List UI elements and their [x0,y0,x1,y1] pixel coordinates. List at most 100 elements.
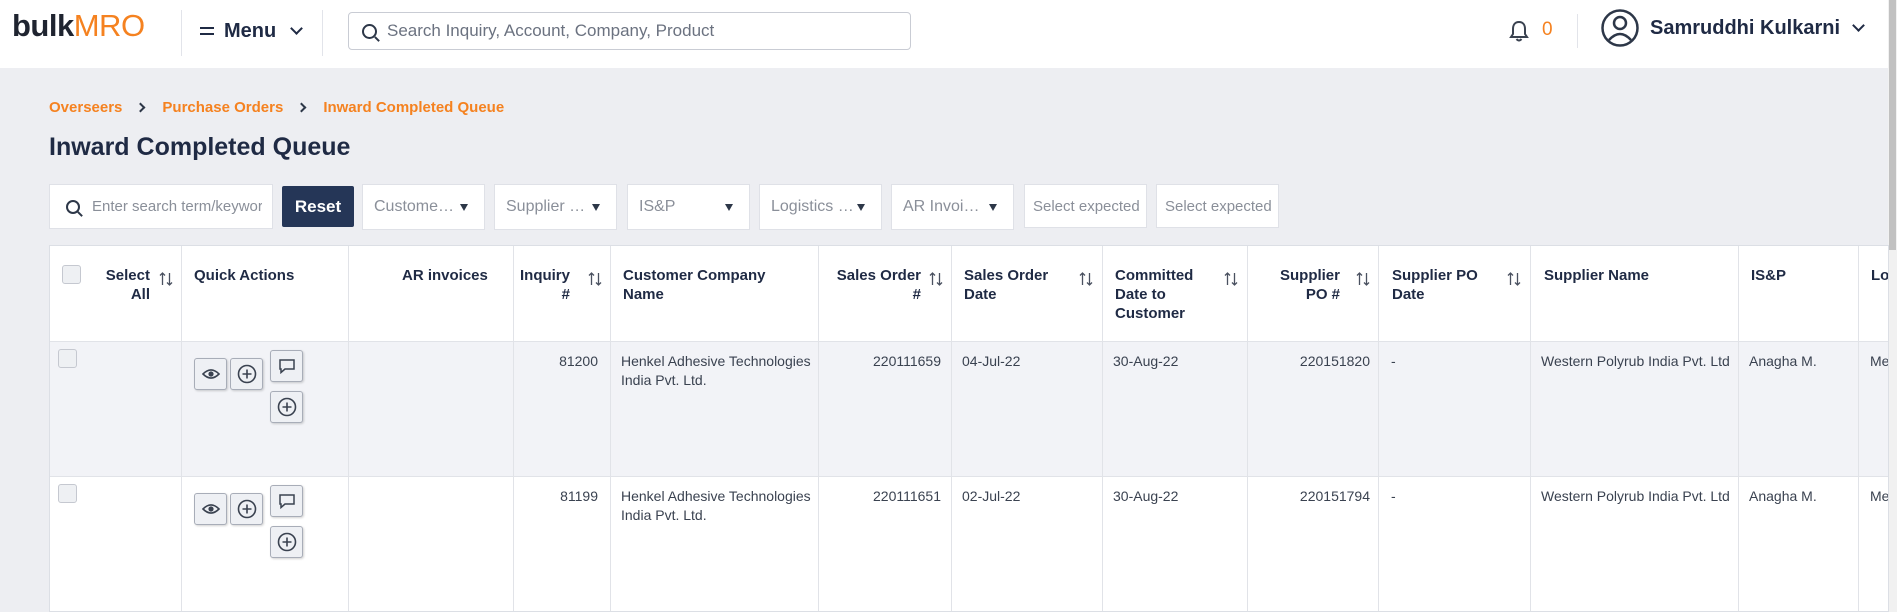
view-button[interactable] [194,493,227,525]
menu-icon [200,27,214,35]
expected-date-to-input[interactable] [1165,197,1273,215]
ar-invoice-filter[interactable]: AR Invoice Status [891,184,1014,230]
comment-icon [278,359,295,374]
column-divider [1858,246,1859,611]
breadcrumb-overseers[interactable]: Overseers [49,99,122,116]
sales-order-number[interactable]: 220111659 [825,352,941,371]
bell-icon[interactable] [1508,19,1530,43]
user-avatar-icon [1601,9,1639,47]
top-header: bulkMRO Menu 0 Samruddhi Kulkarni [0,0,1888,68]
caret-down-icon [857,204,865,211]
add-remark-button[interactable] [270,526,303,558]
caret-down-icon [989,204,997,211]
user-name: Samruddhi Kulkarni [1650,16,1841,39]
header-quick-actions: Quick Actions [194,267,295,284]
reset-button[interactable]: Reset [282,186,354,227]
add-remark-button[interactable] [270,391,303,423]
header-supplier-po: Supplier PO # [1279,267,1340,303]
eye-icon [201,504,220,514]
sort-icon[interactable] [587,271,603,287]
inward-completed-table: Select All Quick Actions AR invoices Inq… [49,245,1889,612]
scrollbar-thumb[interactable] [1889,0,1896,250]
bulkmro-logo[interactable]: bulkMRO [12,8,145,44]
row-checkbox[interactable] [58,349,77,368]
row-divider [50,341,1888,342]
chevron-down-icon [1852,19,1865,32]
menu-label: Menu [224,19,277,42]
add-button[interactable] [230,358,263,390]
caret-down-icon [725,204,733,211]
comment-icon [278,494,295,509]
header-committed-date: Committed Date to Customer [1115,267,1194,322]
global-search[interactable] [348,12,911,50]
global-search-input[interactable] [387,21,867,41]
expected-date-to[interactable] [1156,184,1279,228]
committed-date: 30-Aug-22 [1113,488,1179,504]
page-title: Inward Completed Queue [49,133,351,161]
sort-icon[interactable] [1223,271,1239,287]
add-circle-icon [237,499,256,519]
table-search[interactable] [49,184,273,229]
page-scrollbar[interactable] [1888,0,1897,612]
column-divider [818,246,819,611]
supplier-po-number[interactable]: 220151820 [1255,352,1370,371]
logistics-owner: Me [1870,353,1889,369]
add-button[interactable] [230,493,263,525]
breadcrumb-purchase-orders[interactable]: Purchase Orders [162,99,283,116]
user-menu[interactable]: Samruddhi Kulkarni [1600,8,1865,48]
inquiry-number[interactable]: 81200 [518,352,598,371]
eye-icon [201,369,220,379]
isp-name: Anagha M. [1749,353,1817,369]
supplier-name-filter[interactable]: Supplier Name [494,184,617,230]
sort-icon[interactable] [928,271,944,287]
header-customer-company: Customer Company Name [623,267,766,303]
customer-company: Henkel Adhesive Technologies India Pvt. … [621,353,811,388]
expected-date-from-input[interactable] [1033,197,1141,215]
inquiry-number[interactable]: 81199 [518,487,598,506]
column-divider [610,246,611,611]
isp-name: Anagha M. [1749,488,1817,504]
header-supplier-name: Supplier Name [1544,267,1650,284]
breadcrumb-inward-completed-queue[interactable]: Inward Completed Queue [323,99,504,116]
supplier-name: Western Polyrub India Pvt. Ltd [1541,353,1730,369]
header-divider [181,10,182,56]
sort-icon[interactable] [1355,271,1371,287]
sort-icon[interactable] [158,271,174,287]
sort-icon[interactable] [1078,271,1094,287]
chevron-down-icon [290,22,304,35]
menu-button[interactable]: Menu [200,16,304,46]
supplier-po-number[interactable]: 220151794 [1255,487,1370,506]
supplier-po-date: - [1391,353,1396,369]
logistics-owner-filter[interactable]: Logistics Owner [759,184,882,230]
column-divider [1738,246,1739,611]
select-all-label: Select All [105,267,150,303]
select-all-checkbox[interactable] [62,265,81,284]
search-icon [362,23,377,39]
sales-order-date: 02-Jul-22 [962,488,1021,504]
caret-down-icon [592,204,600,211]
row-checkbox[interactable] [58,484,77,503]
isp-filter[interactable]: IS&P [627,184,750,230]
add-circle-icon [277,397,296,417]
chevron-right-icon [296,102,307,113]
chevron-right-icon [135,102,146,113]
column-divider [1378,246,1379,611]
view-button[interactable] [194,358,227,390]
sort-icon[interactable] [1506,271,1522,287]
customer-company-filter[interactable]: Customer Company [362,184,485,230]
sales-order-number[interactable]: 220111651 [825,487,941,506]
comment-button[interactable] [270,485,303,517]
column-divider [181,246,182,611]
committed-date: 30-Aug-22 [1113,353,1179,369]
comment-button[interactable] [270,350,303,382]
header-divider [322,10,323,56]
sales-order-date: 04-Jul-22 [962,353,1021,369]
column-divider [951,246,952,611]
column-divider [348,246,349,611]
add-circle-icon [237,364,256,384]
table-search-input[interactable] [92,198,262,215]
header-isp: IS&P [1751,267,1787,284]
breadcrumb: Overseers Purchase Orders Inward Complet… [49,99,504,116]
expected-date-from[interactable] [1024,184,1147,228]
column-divider [1530,246,1531,611]
